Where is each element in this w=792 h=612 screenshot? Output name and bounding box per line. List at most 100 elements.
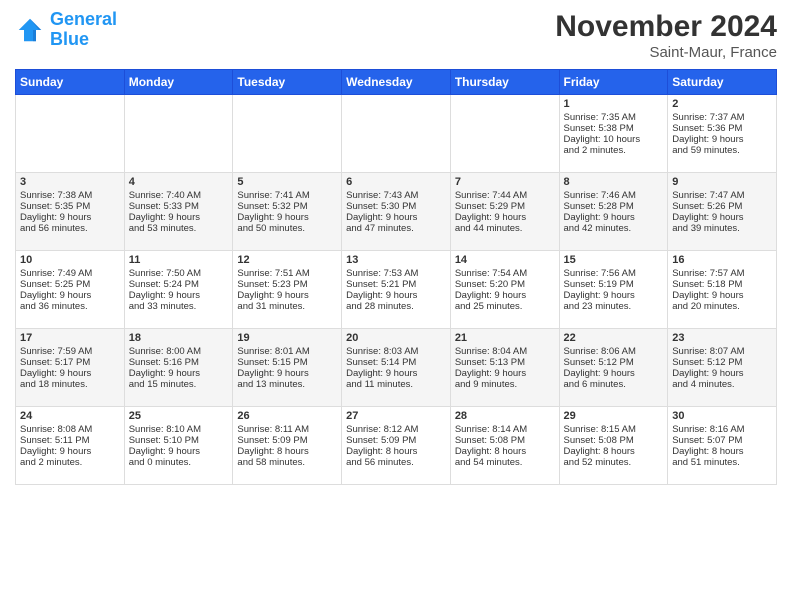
day-cell-4-6: 30Sunrise: 8:16 AMSunset: 5:07 PMDayligh… — [668, 407, 777, 485]
title-block: November 2024 Saint-Maur, France — [555, 10, 777, 61]
day-cell-2-2: 12Sunrise: 7:51 AMSunset: 5:23 PMDayligh… — [233, 251, 342, 329]
day-info-line: Sunrise: 8:07 AM — [672, 346, 772, 357]
day-info-line: Daylight: 9 hours — [455, 290, 555, 301]
day-info-line: Daylight: 9 hours — [455, 212, 555, 223]
day-info-line: Daylight: 9 hours — [129, 446, 229, 457]
col-saturday: Saturday — [668, 70, 777, 95]
day-number: 10 — [20, 254, 120, 266]
day-info-line: and 18 minutes. — [20, 379, 120, 390]
day-info-line: Sunrise: 8:06 AM — [564, 346, 664, 357]
day-info-line: Sunrise: 7:57 AM — [672, 268, 772, 279]
day-info-line: Sunset: 5:17 PM — [20, 357, 120, 368]
day-info-line: Daylight: 9 hours — [455, 368, 555, 379]
day-info-line: and 56 minutes. — [20, 223, 120, 234]
day-info-line: and 36 minutes. — [20, 301, 120, 312]
day-info-line: Sunset: 5:12 PM — [564, 357, 664, 368]
day-info-line: Sunrise: 7:46 AM — [564, 190, 664, 201]
day-cell-4-5: 29Sunrise: 8:15 AMSunset: 5:08 PMDayligh… — [559, 407, 668, 485]
day-info-line: and 23 minutes. — [564, 301, 664, 312]
day-cell-1-1: 4Sunrise: 7:40 AMSunset: 5:33 PMDaylight… — [124, 173, 233, 251]
day-number: 6 — [346, 176, 446, 188]
logo-blue: Blue — [50, 29, 89, 49]
day-info-line: Sunset: 5:15 PM — [237, 357, 337, 368]
day-info-line: Sunrise: 8:01 AM — [237, 346, 337, 357]
day-info-line: and 15 minutes. — [129, 379, 229, 390]
day-info-line: Daylight: 9 hours — [564, 368, 664, 379]
col-wednesday: Wednesday — [342, 70, 451, 95]
day-cell-2-1: 11Sunrise: 7:50 AMSunset: 5:24 PMDayligh… — [124, 251, 233, 329]
day-cell-0-1 — [124, 95, 233, 173]
day-info-line: Sunset: 5:38 PM — [564, 123, 664, 134]
day-cell-2-6: 16Sunrise: 7:57 AMSunset: 5:18 PMDayligh… — [668, 251, 777, 329]
day-info-line: Sunset: 5:23 PM — [237, 279, 337, 290]
day-info-line: and 50 minutes. — [237, 223, 337, 234]
day-info-line: Sunrise: 7:44 AM — [455, 190, 555, 201]
day-cell-4-1: 25Sunrise: 8:10 AMSunset: 5:10 PMDayligh… — [124, 407, 233, 485]
day-info-line: and 2 minutes. — [20, 457, 120, 468]
day-number: 21 — [455, 332, 555, 344]
day-info-line: Sunset: 5:30 PM — [346, 201, 446, 212]
day-info-line: Daylight: 9 hours — [346, 290, 446, 301]
day-number: 16 — [672, 254, 772, 266]
day-info-line: Sunset: 5:29 PM — [455, 201, 555, 212]
day-number: 3 — [20, 176, 120, 188]
day-info-line: Sunset: 5:24 PM — [129, 279, 229, 290]
day-info-line: and 9 minutes. — [455, 379, 555, 390]
col-sunday: Sunday — [16, 70, 125, 95]
day-number: 23 — [672, 332, 772, 344]
week-row-3: 17Sunrise: 7:59 AMSunset: 5:17 PMDayligh… — [16, 329, 777, 407]
day-number: 24 — [20, 410, 120, 422]
day-cell-4-2: 26Sunrise: 8:11 AMSunset: 5:09 PMDayligh… — [233, 407, 342, 485]
day-number: 27 — [346, 410, 446, 422]
day-info-line: Daylight: 9 hours — [564, 290, 664, 301]
day-cell-2-0: 10Sunrise: 7:49 AMSunset: 5:25 PMDayligh… — [16, 251, 125, 329]
day-cell-2-5: 15Sunrise: 7:56 AMSunset: 5:19 PMDayligh… — [559, 251, 668, 329]
day-info-line: Sunset: 5:08 PM — [455, 435, 555, 446]
calendar-body: 1Sunrise: 7:35 AMSunset: 5:38 PMDaylight… — [16, 95, 777, 485]
day-number: 9 — [672, 176, 772, 188]
day-cell-4-0: 24Sunrise: 8:08 AMSunset: 5:11 PMDayligh… — [16, 407, 125, 485]
day-info-line: and 53 minutes. — [129, 223, 229, 234]
day-info-line: Daylight: 9 hours — [237, 212, 337, 223]
day-cell-0-6: 2Sunrise: 7:37 AMSunset: 5:36 PMDaylight… — [668, 95, 777, 173]
day-cell-3-5: 22 Sunrise: 8:06 AMSunset: 5:12 PMDayligh… — [559, 329, 668, 407]
calendar-table: Sunday Monday Tuesday Wednesday Thursday… — [15, 69, 777, 485]
day-info-line: and 11 minutes. — [346, 379, 446, 390]
day-info-line: Sunrise: 7:38 AM — [20, 190, 120, 201]
day-info-line: Sunrise: 8:03 AM — [346, 346, 446, 357]
day-info-line: and 54 minutes. — [455, 457, 555, 468]
month-title: November 2024 — [555, 10, 777, 44]
day-info-line: Daylight: 9 hours — [20, 290, 120, 301]
day-info-line: and 56 minutes. — [346, 457, 446, 468]
day-info-line: Sunset: 5:25 PM — [20, 279, 120, 290]
day-info-line: Sunrise: 8:10 AM — [129, 424, 229, 435]
day-info-line: Daylight: 9 hours — [129, 212, 229, 223]
day-info-line: Daylight: 10 hours — [564, 134, 664, 145]
day-number: 25 — [129, 410, 229, 422]
day-number: 29 — [564, 410, 664, 422]
day-number: 22 — [564, 332, 664, 344]
day-info-line: Sunset: 5:35 PM — [20, 201, 120, 212]
location: Saint-Maur, France — [555, 44, 777, 61]
day-info-line: Daylight: 9 hours — [672, 368, 772, 379]
day-info-line: Sunrise: 7:51 AM — [237, 268, 337, 279]
day-info-line: Sunrise: 7:50 AM — [129, 268, 229, 279]
day-info-line: Sunrise: 8:04 AM — [455, 346, 555, 357]
day-info-line: and 25 minutes. — [455, 301, 555, 312]
day-info-line: Sunset: 5:07 PM — [672, 435, 772, 446]
day-cell-1-4: 7Sunrise: 7:44 AMSunset: 5:29 PMDaylight… — [450, 173, 559, 251]
day-info-line: and 13 minutes. — [237, 379, 337, 390]
day-info-line: Sunset: 5:32 PM — [237, 201, 337, 212]
week-row-1: 3 Sunrise: 7:38 AMSunset: 5:35 PM Daylight… — [16, 173, 777, 251]
day-number: 30 — [672, 410, 772, 422]
day-info-line: and 20 minutes. — [672, 301, 772, 312]
day-cell-0-4 — [450, 95, 559, 173]
day-cell-4-3: 27Sunrise: 8:12 AMSunset: 5:09 PMDayligh… — [342, 407, 451, 485]
day-cell-1-0: 3Sunrise: 7:38 AMSunset: 5:35 PMDaylight… — [16, 173, 125, 251]
day-info-line: Sunrise: 7:56 AM — [564, 268, 664, 279]
day-cell-2-4: 14Sunrise: 7:54 AMSunset: 5:20 PMDayligh… — [450, 251, 559, 329]
day-number: 1 — [564, 98, 664, 110]
col-tuesday: Tuesday — [233, 70, 342, 95]
week-row-2: 10Sunrise: 7:49 AMSunset: 5:25 PMDayligh… — [16, 251, 777, 329]
day-info-line: Sunset: 5:12 PM — [672, 357, 772, 368]
